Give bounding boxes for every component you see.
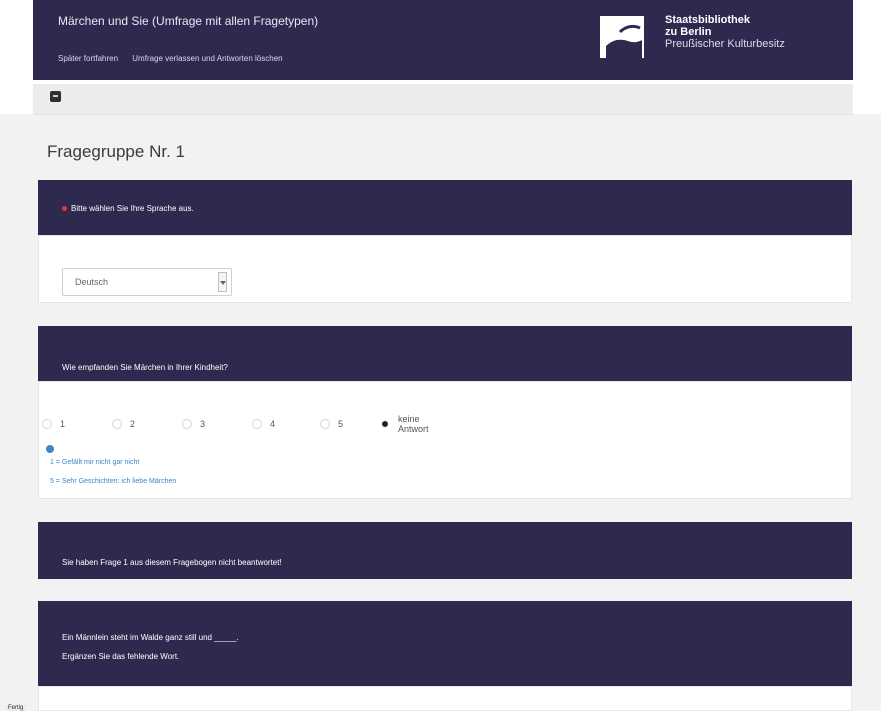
question-4-line-1: Ein Männlein steht im Walde ganz still u… [62,633,239,642]
rating-option-label: 5 [338,419,344,429]
question-1-text: Bitte wählen Sie Ihre Sprache aus. [71,204,194,213]
info-icon [46,445,54,453]
header-nav: Später fortfahren Umfrage verlassen und … [58,54,295,63]
page-title: Fragegruppe Nr. 1 [47,142,185,161]
language-select[interactable]: Deutsch [62,268,232,296]
library-name: Staatsbibliothek zu Berlin Preußischer K… [665,14,785,50]
radio-icon[interactable] [182,419,192,429]
rating-option-label: 4 [270,419,276,429]
logo-line-2: zu Berlin [665,26,712,38]
header-bar: Märchen und Sie (Umfrage mit allen Frage… [33,0,853,80]
rating-option-label: 3 [200,419,206,429]
rating-option-label: 1 [60,419,66,429]
radio-icon[interactable] [42,419,52,429]
radio-icon[interactable] [112,419,122,429]
rating-option-4[interactable]: 4 [252,416,275,432]
status-text: Fertig [6,705,26,711]
question-3-header: Sie haben Frage 1 aus diesem Fragebogen … [38,522,852,579]
select-spinner-icon[interactable] [218,272,227,292]
question-4-line-2: Ergänzen Sie das fehlende Wort. [62,652,180,661]
rating-option-label: keine Antwort [398,414,429,434]
rating-option-2[interactable]: 2 [112,416,135,432]
radio-icon[interactable] [252,419,262,429]
question-2-text: Wie empfanden Sie Märchen in Ihrer Kindh… [62,363,228,372]
exit-and-clear-link[interactable]: Umfrage verlassen und Antworten löschen [132,54,282,63]
survey-title: Märchen und Sie (Umfrage mit allen Frage… [58,14,319,28]
legend-line-1: 1 = Gefällt mir nicht gar nicht [50,459,140,466]
library-logo [600,16,644,58]
question-4-body [38,686,852,711]
radio-selected-icon[interactable] [380,419,390,429]
logo-line-3: Preußischer Kulturbesitz [665,38,785,50]
rating-option-3[interactable]: 3 [182,416,205,432]
logo-line-1: Staatsbibliothek [665,14,750,26]
question-2-header: Wie empfanden Sie Märchen in Ihrer Kindh… [38,326,852,381]
rating-option-5[interactable]: 5 [320,416,343,432]
question-3-text: Sie haben Frage 1 aus diesem Fragebogen … [62,558,282,567]
index-toggle-icon[interactable] [50,91,61,102]
legend-line-2: 5 = Sehr Geschichten: ich liebe Märchen [50,478,177,485]
rating-option-1[interactable]: 1 [42,416,65,432]
radio-icon[interactable] [320,419,330,429]
resume-later-link[interactable]: Später fortfahren [58,54,118,63]
question-4-header: Ein Männlein steht im Walde ganz still u… [38,601,852,686]
rating-option-no-answer[interactable]: keine Antwort [380,414,429,434]
question-1-header: Bitte wählen Sie Ihre Sprache aus. [38,180,852,235]
logo-mark-icon [606,24,642,58]
language-select-value: Deutsch [75,277,109,287]
progress-bar [33,84,853,115]
required-icon [62,206,67,211]
rating-option-label: 2 [130,419,136,429]
